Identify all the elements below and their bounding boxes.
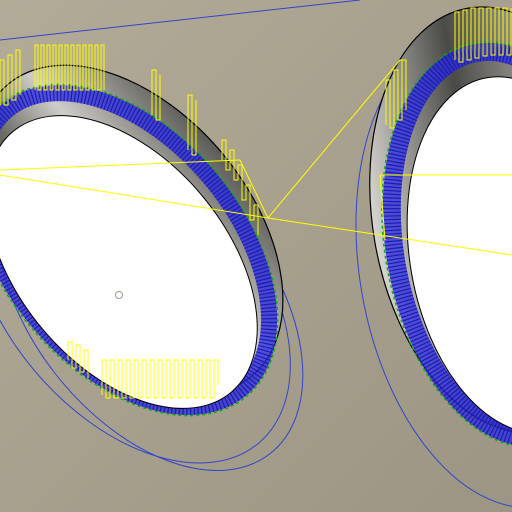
zigzag-top-right xyxy=(454,7,512,63)
cam-viewport[interactable] xyxy=(0,0,512,512)
toolpath-canvas[interactable] xyxy=(0,0,512,512)
